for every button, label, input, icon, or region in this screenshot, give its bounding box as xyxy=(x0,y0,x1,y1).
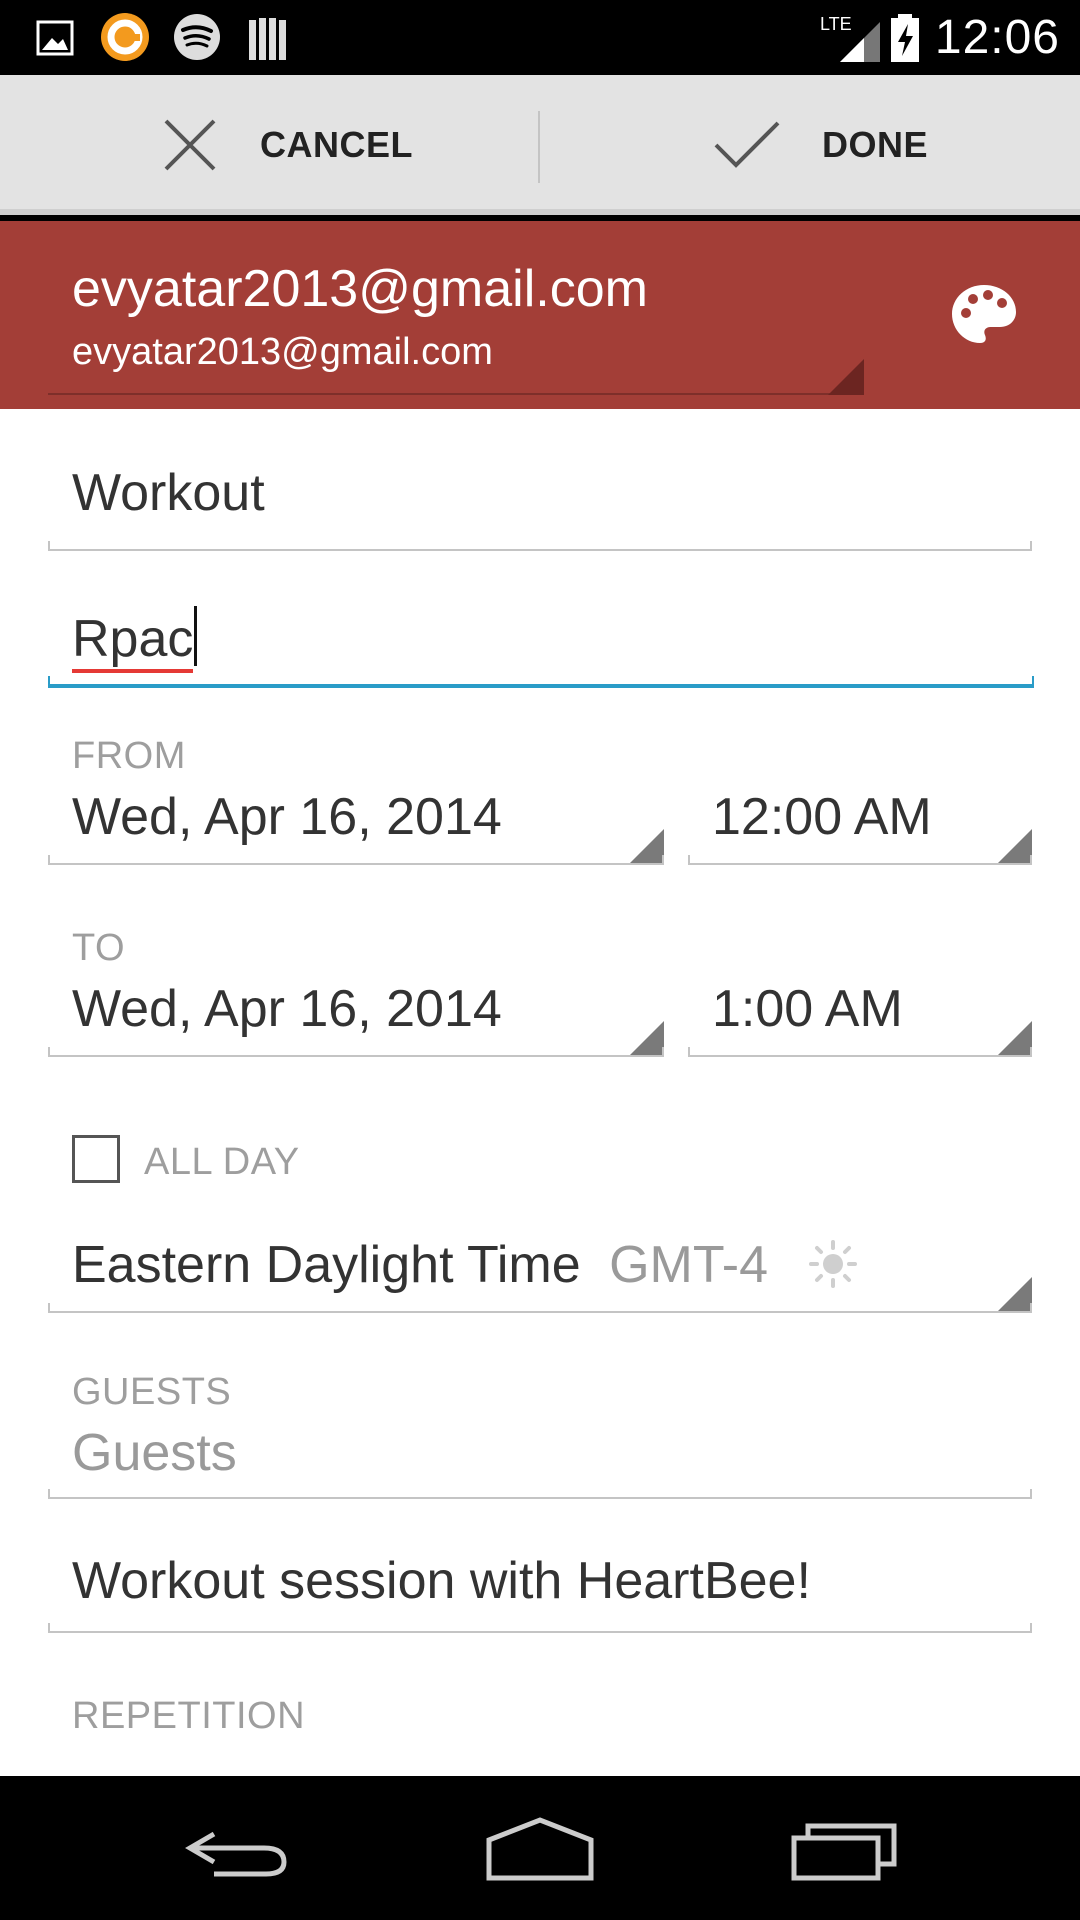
from-label: FROM xyxy=(72,735,186,777)
to-date-value: Wed, Apr 16, 2014 xyxy=(72,980,502,1038)
description-input[interactable]: Workout session with HeartBee! xyxy=(48,1539,1032,1639)
account-dropdown-indicator xyxy=(828,359,864,395)
to-time-underline xyxy=(688,1047,1032,1057)
guests-input[interactable]: Guests xyxy=(48,1415,1032,1499)
timezone-underline xyxy=(48,1303,1032,1313)
location-underline-focused xyxy=(48,676,1034,688)
to-date-spinner[interactable]: Wed, Apr 16, 2014 xyxy=(48,971,664,1057)
title-field[interactable]: Workout xyxy=(48,409,1032,554)
check-icon xyxy=(714,121,780,168)
from-date-value: Wed, Apr 16, 2014 xyxy=(72,788,502,846)
svg-text:LTE: LTE xyxy=(820,14,852,34)
status-bar: LTE 12:06 xyxy=(0,0,1080,75)
books-icon xyxy=(249,18,286,60)
account-name: evyatar2013@gmail.com xyxy=(72,260,648,318)
title-value: Workout xyxy=(72,464,265,522)
guests-underline xyxy=(48,1489,1032,1499)
from-time-underline xyxy=(688,855,1032,865)
to-label: TO xyxy=(72,927,126,969)
location-value: Rpac xyxy=(72,610,194,673)
all-day-checkbox[interactable] xyxy=(72,1135,120,1183)
timezone-name: Eastern Daylight Time xyxy=(72,1236,581,1294)
from-time-spinner[interactable]: 12:00 AM xyxy=(688,779,1032,865)
from-date-dropdown-indicator xyxy=(630,829,664,863)
guests-label: GUESTS xyxy=(72,1371,232,1413)
description-value: Workout session with HeartBee! xyxy=(72,1552,811,1610)
repetition-label: REPETITION xyxy=(72,1695,306,1737)
from-time-dropdown-indicator xyxy=(998,829,1032,863)
lte-signal-icon: LTE xyxy=(820,14,880,62)
account-email: evyatar2013@gmail.com xyxy=(72,331,493,373)
timezone-dropdown-indicator xyxy=(998,1277,1032,1311)
status-clock: 12:06 xyxy=(934,11,1060,64)
from-date-spinner[interactable]: Wed, Apr 16, 2014 xyxy=(48,779,664,865)
from-date-underline xyxy=(48,855,664,865)
event-edit-form: Workout Rpac FROM Wed, Apr 16, 2014 12:0… xyxy=(0,409,1080,1776)
to-time-spinner[interactable]: 1:00 AM xyxy=(688,971,1032,1057)
cancel-button[interactable]: CANCEL xyxy=(160,75,413,215)
done-button[interactable]: DONE xyxy=(712,75,928,215)
title-underline xyxy=(48,541,1032,551)
battery-charging-icon xyxy=(891,14,919,62)
account-underline xyxy=(48,393,864,395)
account-selector[interactable]: evyatar2013@gmail.com evyatar2013@gmail.… xyxy=(0,221,1080,409)
to-date-underline xyxy=(48,1047,664,1057)
back-icon[interactable] xyxy=(184,1812,294,1884)
daylight-sun-icon xyxy=(809,1240,857,1288)
action-bar-divider xyxy=(538,111,540,183)
navigation-bar xyxy=(0,1776,1080,1920)
from-time-value: 12:00 AM xyxy=(712,788,932,846)
action-bar: CANCEL DONE xyxy=(0,75,1080,215)
all-day-label: ALL DAY xyxy=(144,1141,300,1183)
spotify-icon xyxy=(174,14,220,60)
location-field[interactable]: Rpac xyxy=(48,554,1034,694)
text-cursor xyxy=(194,606,198,666)
to-time-dropdown-indicator xyxy=(998,1021,1032,1055)
description-underline xyxy=(48,1623,1032,1633)
cancel-label: CANCEL xyxy=(260,124,413,165)
recent-apps-icon[interactable] xyxy=(790,1812,900,1884)
done-label: DONE xyxy=(822,124,929,165)
close-icon xyxy=(164,119,216,171)
gallery-icon xyxy=(36,20,74,56)
to-date-dropdown-indicator xyxy=(630,1021,664,1055)
timezone-offset: GMT-4 xyxy=(609,1236,769,1294)
palette-icon[interactable] xyxy=(950,283,1018,345)
to-time-value: 1:00 AM xyxy=(712,980,903,1038)
guests-placeholder: Guests xyxy=(72,1424,237,1482)
timezone-spinner[interactable]: Eastern Daylight Time GMT-4 xyxy=(48,1227,1032,1313)
orange-circle-app-icon xyxy=(101,13,149,61)
home-icon[interactable] xyxy=(485,1812,595,1884)
